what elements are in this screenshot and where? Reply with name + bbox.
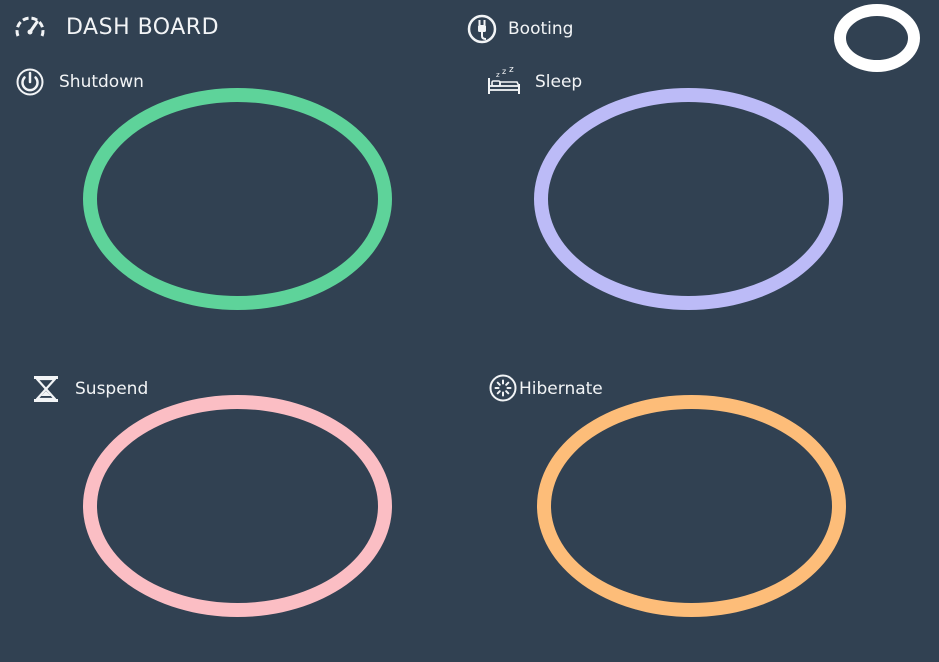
shutdown-ring[interactable]	[83, 88, 392, 310]
page-title: DASH BOARD	[66, 15, 220, 40]
booting-label: Booting	[508, 19, 574, 39]
svg-text:z: z	[496, 71, 500, 79]
sleep-ring[interactable]	[534, 88, 843, 310]
svg-text:z: z	[502, 67, 506, 76]
bed-sleep-icon: z z z	[486, 66, 522, 96]
status-indicator[interactable]	[834, 4, 920, 72]
hibernate-ring[interactable]	[537, 395, 846, 617]
svg-text:z: z	[509, 66, 514, 75]
speedometer-icon	[12, 14, 48, 42]
hourglass-icon	[31, 374, 61, 404]
suspend-ring[interactable]	[83, 395, 392, 617]
power-icon	[14, 68, 46, 96]
state-label-sleep: Sleep	[535, 72, 583, 92]
state-label-shutdown: Shutdown	[59, 72, 144, 92]
state-label-suspend: Suspend	[75, 379, 149, 399]
state-label-hibernate: Hibernate	[519, 379, 603, 399]
spinner-icon	[487, 374, 519, 402]
power-plug-icon	[466, 14, 498, 44]
